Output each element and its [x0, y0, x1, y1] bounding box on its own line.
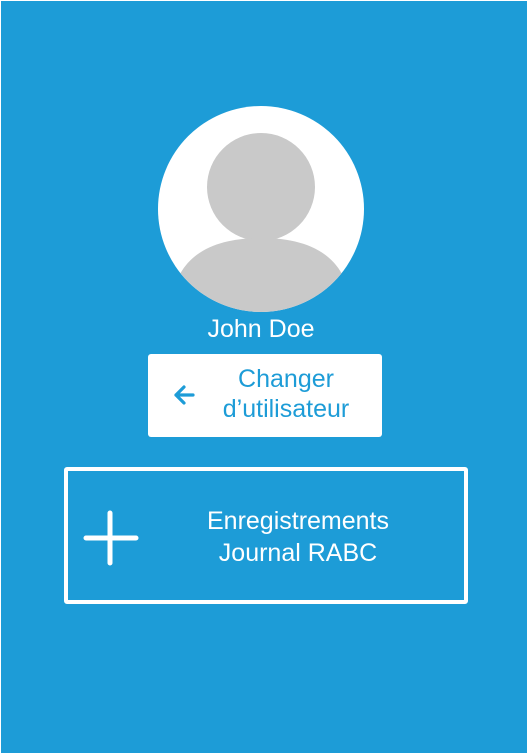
journal-records-label-line1: Enregistrements: [206, 507, 390, 535]
home-screen: John Doe Changer d’utilisateur Enregistr…: [1, 1, 527, 753]
journal-records-label-line2: Journal RABC: [218, 539, 378, 567]
plus-icon: [83, 510, 139, 566]
switch-user-label: Changer d’utilisateur: [222, 365, 350, 423]
avatar: [158, 106, 364, 312]
journal-records-button[interactable]: Enregistrements Journal RABC: [64, 467, 468, 604]
person-silhouette-icon: [180, 133, 342, 312]
journal-records-label: Enregistrements Journal RABC: [178, 505, 418, 569]
user-name: John Doe: [207, 315, 315, 343]
arrow-left-icon: [174, 385, 195, 405]
switch-user-button[interactable]: Changer d’utilisateur: [148, 354, 382, 437]
